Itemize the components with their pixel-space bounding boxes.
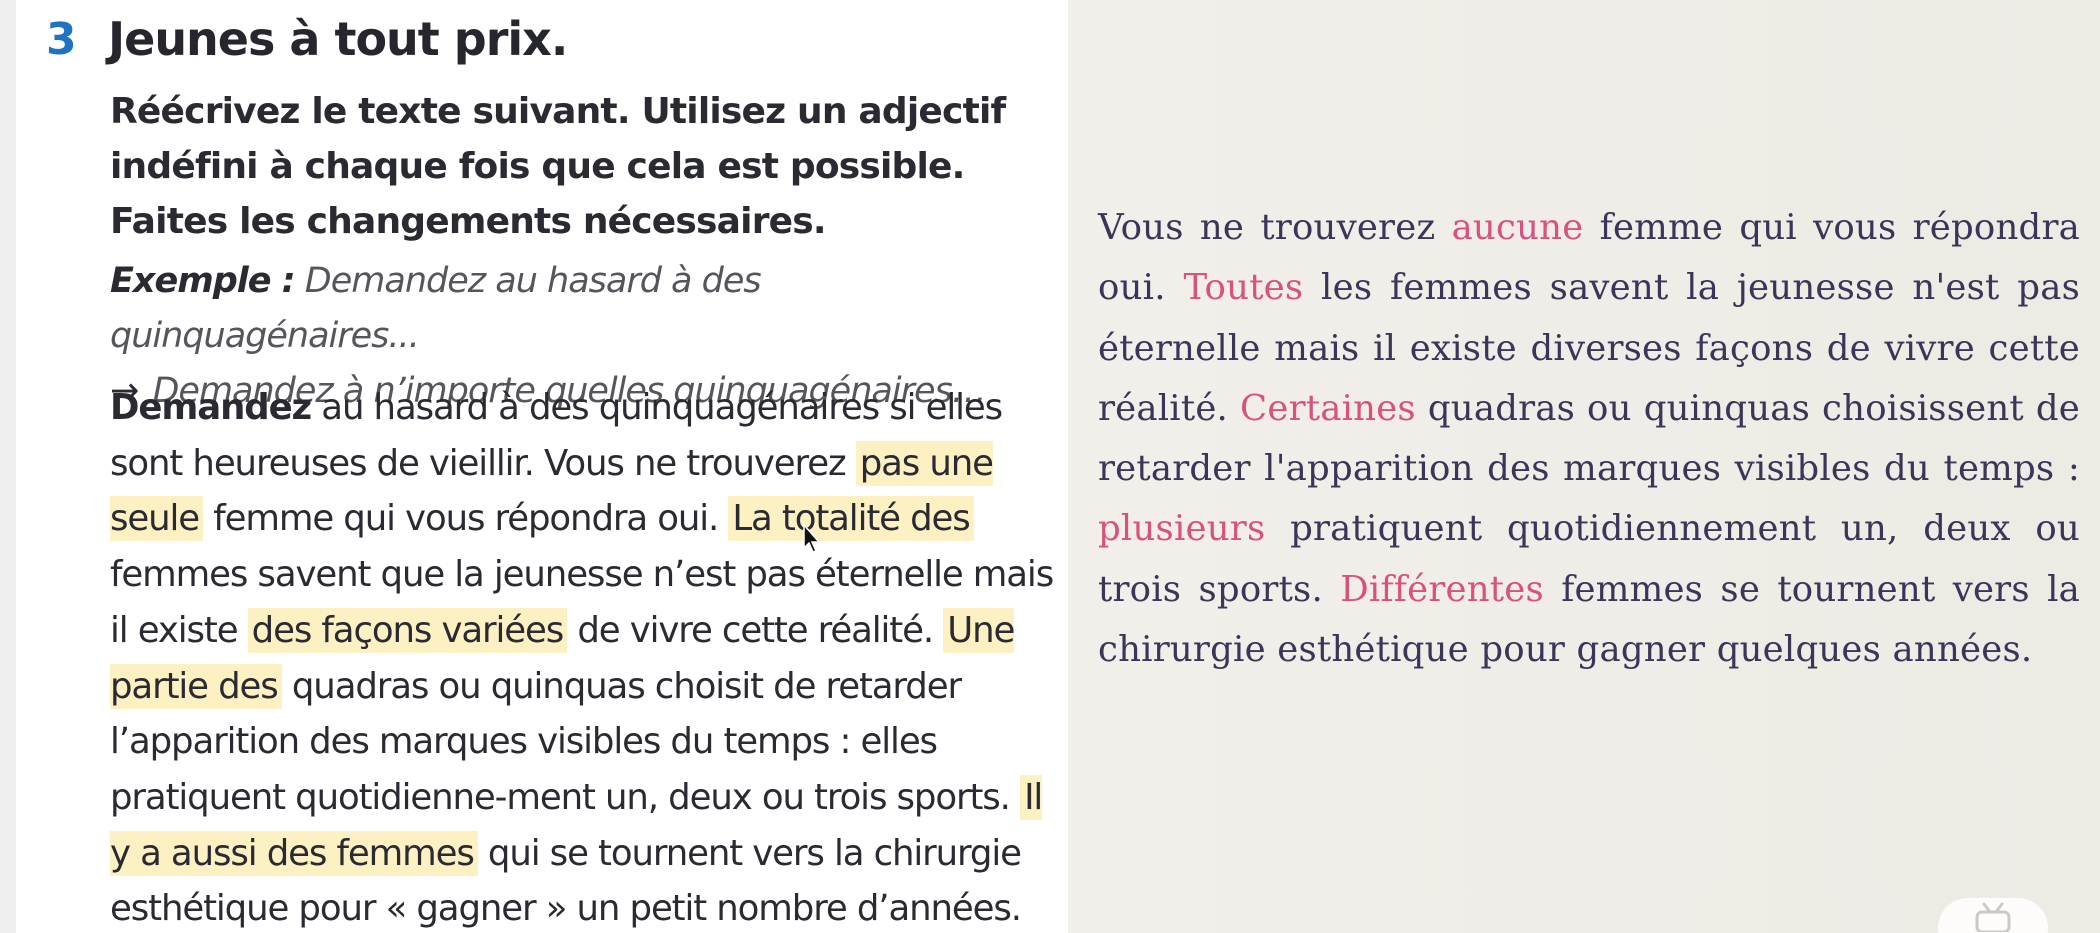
exercise-instructions: Réécrivez le texte suivant. Utilisez un …: [110, 84, 1070, 249]
exercise-text: Demandez au hasard à des quinquagénaires…: [110, 380, 1056, 933]
highlighted-phrase: des façons variées: [247, 607, 568, 653]
indefinite-adjective: Certaines: [1240, 387, 1416, 429]
example-label: Exemple :: [110, 261, 296, 301]
exercise-number: 3: [46, 14, 77, 65]
left-gutter: [0, 0, 16, 933]
text-first-word: Demandez: [110, 387, 312, 428]
tv-antenna-icon: [1975, 902, 2011, 932]
text-segment: femme qui vous répondra oui.: [203, 498, 729, 540]
example-prompt: Exemple : Demandez au hasard à des quinq…: [110, 254, 1070, 364]
indefinite-adjective: aucune: [1451, 207, 1584, 248]
indefinite-adjective: plusieurs: [1098, 508, 1266, 550]
answer-text: Vous ne trouverez aucune femme qui vous …: [1098, 198, 2080, 680]
textbook-page: 3 Jeunes à tout prix. Réécrivez le texte…: [16, 0, 1068, 933]
slide: 3 Jeunes à tout prix. Réécrivez le texte…: [0, 0, 2100, 933]
highlighted-phrase: La totalité des: [728, 496, 974, 542]
answer-segment: Vous ne trouverez: [1098, 207, 1452, 248]
mouse-pointer-icon: [803, 524, 821, 553]
bilibili-tv-icon: [1938, 898, 2048, 933]
indefinite-adjective: Différentes: [1340, 568, 1544, 610]
instruction-line: indéfini à chaque fois que cela est poss…: [110, 146, 965, 187]
indefinite-adjective: Toutes: [1183, 267, 1304, 309]
exercise-title: Jeunes à tout prix.: [108, 12, 568, 66]
instruction-line: Faites les changements nécessaires.: [110, 201, 827, 242]
instruction-line: Réécrivez le texte suivant. Utilisez un …: [110, 91, 1006, 132]
text-segment: de vivre cette réalité.: [567, 609, 944, 651]
